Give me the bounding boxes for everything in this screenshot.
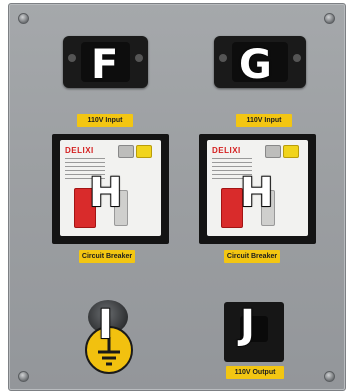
marker-letter-h-1: H [88,169,124,217]
screw-icon [18,13,29,24]
breaker-label-1: Circuit Breaker [79,250,135,263]
screw-icon [324,13,335,24]
breaker-label-2: Circuit Breaker [224,250,280,263]
mount-hole-icon [68,54,76,62]
breaker-brand: DELIXI [212,146,241,155]
marker-letter-i: I [97,301,114,349]
marker-letter-f: F [90,41,119,89]
indicator-window [265,145,281,158]
marker-letter-h-2: H [239,169,275,217]
mount-hole-icon [219,54,227,62]
screw-icon [324,371,335,382]
inlet-label-f: 110V Input [77,114,133,127]
breaker-brand: DELIXI [65,146,94,155]
inlet-label-g: 110V Input [236,114,292,127]
output-label-j: 110V Output [226,366,284,379]
marker-letter-j: J [239,301,256,349]
test-button[interactable] [283,145,299,158]
indicator-window [118,145,134,158]
marker-letter-g: G [238,41,273,89]
screw-icon [18,371,29,382]
mount-hole-icon [293,54,301,62]
test-button[interactable] [136,145,152,158]
mount-hole-icon [135,54,143,62]
